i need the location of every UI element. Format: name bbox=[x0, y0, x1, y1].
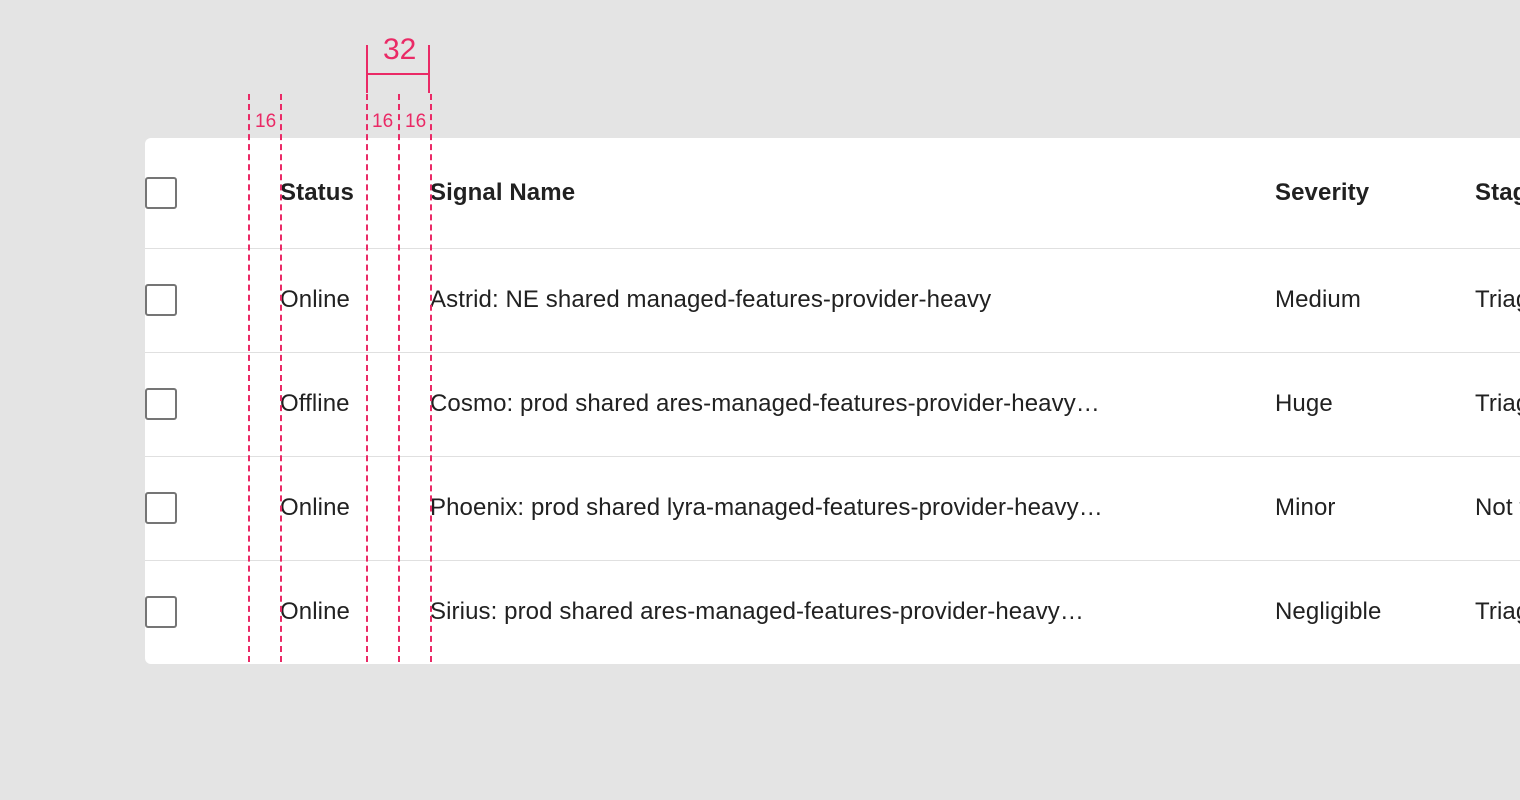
signal-name-text: Phoenix: prod shared lyra-managed-featur… bbox=[430, 494, 1220, 522]
spacing-label-16-c: 16 bbox=[405, 112, 426, 131]
cell-status: Offline bbox=[280, 352, 430, 456]
column-header-status[interactable]: Status bbox=[280, 138, 430, 248]
cell-signal-name: Cosmo: prod shared ares-managed-features… bbox=[430, 352, 1275, 456]
column-header-severity[interactable]: Severity bbox=[1275, 138, 1475, 248]
dimension-cap-right bbox=[428, 45, 430, 93]
spacing-label-16-b: 16 bbox=[372, 112, 393, 131]
signal-name-text: Astrid: NE shared managed-features-provi… bbox=[430, 286, 1220, 314]
cell-status: Online bbox=[280, 248, 430, 352]
select-all-checkbox[interactable] bbox=[145, 177, 177, 209]
cell-signal-name: Phoenix: prod shared lyra-managed-featur… bbox=[430, 456, 1275, 560]
table-header: Status Signal Name Severity Stage bbox=[145, 138, 1520, 248]
cell-status: Online bbox=[280, 560, 430, 664]
row-checkbox[interactable] bbox=[145, 596, 177, 628]
row-select-cell bbox=[145, 352, 280, 456]
cell-severity: Negligible bbox=[1275, 560, 1475, 664]
cell-stage: Triaged bbox=[1475, 352, 1520, 456]
cell-signal-name: Astrid: NE shared managed-features-provi… bbox=[430, 248, 1275, 352]
column-header-signal-name[interactable]: Signal Name bbox=[430, 138, 1275, 248]
row-select-cell bbox=[145, 456, 280, 560]
table-header-row: Status Signal Name Severity Stage bbox=[145, 138, 1520, 248]
row-checkbox[interactable] bbox=[145, 492, 177, 524]
cell-stage: Triaged bbox=[1475, 560, 1520, 664]
table-row[interactable]: Online Sirius: prod shared ares-managed-… bbox=[145, 560, 1520, 664]
select-all-header-cell bbox=[145, 138, 280, 248]
cell-status: Online bbox=[280, 456, 430, 560]
row-checkbox[interactable] bbox=[145, 284, 177, 316]
cell-signal-name: Sirius: prod shared ares-managed-feature… bbox=[430, 560, 1275, 664]
column-header-stage[interactable]: Stage bbox=[1475, 138, 1520, 248]
cell-severity: Huge bbox=[1275, 352, 1475, 456]
signals-table: Status Signal Name Severity Stage Online… bbox=[145, 138, 1520, 664]
spacing-label-16-a: 16 bbox=[255, 112, 276, 131]
signal-name-text: Cosmo: prod shared ares-managed-features… bbox=[430, 390, 1220, 418]
signals-table-card: Status Signal Name Severity Stage Online… bbox=[145, 138, 1520, 664]
cell-stage: Triaged bbox=[1475, 248, 1520, 352]
table-row[interactable]: Offline Cosmo: prod shared ares-managed-… bbox=[145, 352, 1520, 456]
cell-severity: Medium bbox=[1275, 248, 1475, 352]
table-row[interactable]: Online Phoenix: prod shared lyra-managed… bbox=[145, 456, 1520, 560]
table-row[interactable]: Online Astrid: NE shared managed-feature… bbox=[145, 248, 1520, 352]
row-select-cell bbox=[145, 248, 280, 352]
dimension-cap-left bbox=[366, 45, 368, 93]
cell-severity: Minor bbox=[1275, 456, 1475, 560]
cell-stage: Not triaged bbox=[1475, 456, 1520, 560]
row-checkbox[interactable] bbox=[145, 388, 177, 420]
dimension-label-32: 32 bbox=[383, 35, 416, 65]
table-body: Online Astrid: NE shared managed-feature… bbox=[145, 248, 1520, 664]
signal-name-text: Sirius: prod shared ares-managed-feature… bbox=[430, 598, 1220, 626]
row-select-cell bbox=[145, 560, 280, 664]
dimension-line bbox=[366, 73, 430, 75]
